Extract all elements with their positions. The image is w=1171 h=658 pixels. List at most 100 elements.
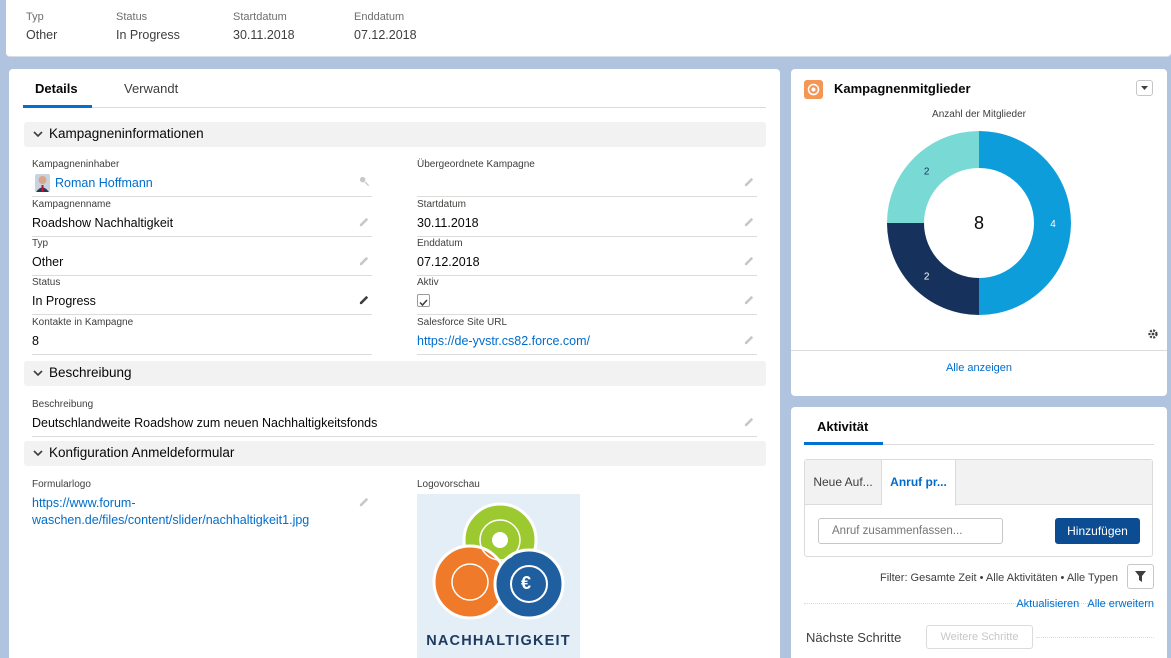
chevron-down-icon — [1141, 86, 1148, 90]
field-label: Übergeordnete Kampagne — [417, 159, 535, 170]
edit-pencil-icon[interactable] — [744, 216, 755, 227]
sustainability-logo: € — [432, 502, 565, 620]
tab-new-task[interactable]: Neue Auf... — [805, 460, 882, 505]
highlight-type: Typ Other — [26, 11, 57, 42]
tab-log-call[interactable]: Anruf pr... — [882, 460, 956, 506]
field-status: Status In Progress — [32, 277, 372, 315]
field-label: Startdatum — [417, 199, 466, 210]
field-value: 07.12.2018 — [417, 255, 480, 269]
section-title: Kampagneninformationen — [49, 126, 204, 141]
field-owner: Kampagneninhaber Roman Hoffmann — [32, 159, 372, 197]
highlights-panel: Typ Other Status In Progress Startdatum … — [6, 0, 1171, 57]
refresh-link[interactable]: Aktualisieren — [1016, 598, 1079, 610]
donut-slice-label: 4 — [1050, 219, 1056, 230]
next-steps-divider — [1036, 637, 1154, 638]
chevron-down-icon — [33, 450, 43, 457]
gear-icon[interactable] — [1147, 328, 1159, 340]
field-end-date: Enddatum 07.12.2018 — [417, 238, 757, 276]
chevron-down-icon — [33, 370, 43, 377]
activity-composer: Neue Auf... Anruf pr... Hinzufügen — [804, 459, 1153, 557]
active-checkbox[interactable] — [417, 294, 430, 307]
card-divider — [791, 350, 1167, 351]
tab-activity[interactable]: Aktivität — [817, 419, 868, 434]
highlight-value: 07.12.2018 — [354, 28, 417, 42]
highlight-status: Status In Progress — [116, 11, 180, 42]
field-label: Kampagnenname — [32, 199, 111, 210]
donut-total: 8 — [974, 213, 984, 233]
members-donut-chart: 8 4 2 2 — [887, 131, 1071, 315]
field-value: In Progress — [32, 294, 96, 308]
field-active: Aktiv — [417, 277, 757, 315]
change-owner-icon[interactable] — [359, 176, 370, 187]
field-label: Salesforce Site URL — [417, 317, 508, 328]
field-label: Aktiv — [417, 277, 439, 288]
highlight-end: Enddatum 07.12.2018 — [354, 11, 417, 42]
field-label: Kontakte in Kampagne — [32, 317, 134, 328]
field-value: 8 — [32, 334, 39, 348]
highlight-value: 30.11.2018 — [233, 28, 295, 42]
edit-pencil-icon[interactable] — [744, 294, 755, 305]
campaign-member-icon — [804, 80, 823, 99]
section-form-config[interactable]: Konfiguration Anmeldeformular — [24, 441, 766, 466]
site-url-link[interactable]: https://de-yvstr.cs82.force.com/ — [417, 334, 590, 348]
field-label: Logovorschau — [417, 479, 480, 490]
active-tab-indicator — [804, 442, 883, 445]
logo-wordmark: NACHHALTIGKEIT — [426, 633, 571, 649]
donut-slice-label: 2 — [924, 271, 930, 282]
record-tabs: Details Verwandt — [23, 69, 766, 108]
form-logo-link-line2[interactable]: waschen.de/files/content/slider/nachhalt… — [32, 513, 309, 527]
expand-all-link[interactable]: Alle erweitern — [1087, 598, 1154, 610]
tab-related[interactable]: Verwandt — [124, 81, 178, 96]
section-campaign-info[interactable]: Kampagneninformationen — [24, 122, 766, 147]
highlight-label: Startdatum — [233, 11, 287, 23]
field-value: Roadshow Nachhaltigkeit — [32, 216, 174, 230]
field-label: Formularlogo — [32, 479, 91, 490]
section-title: Beschreibung — [49, 365, 132, 380]
highlight-start: Startdatum 30.11.2018 — [233, 11, 295, 42]
field-label: Status — [32, 277, 61, 288]
edit-pencil-icon[interactable] — [359, 496, 370, 507]
edit-pencil-icon[interactable] — [744, 255, 755, 266]
filter-summary: Filter: Gesamte Zeit • Alle Aktivitäten … — [880, 572, 1118, 584]
edit-pencil-icon[interactable] — [744, 176, 755, 187]
edit-pencil-icon[interactable] — [359, 255, 370, 266]
field-campaign-name: Kampagnenname Roadshow Nachhaltigkeit — [32, 199, 372, 237]
field-description: Beschreibung Deutschlandweite Roadshow z… — [32, 399, 757, 437]
view-all-link[interactable]: Alle anzeigen — [791, 362, 1167, 374]
field-value: Other — [32, 255, 64, 269]
field-type: Typ Other — [32, 238, 372, 276]
chevron-down-icon — [33, 131, 43, 138]
timeline-actions: Aktualisieren Alle erweitern — [1011, 598, 1154, 610]
form-logo-link-line1[interactable]: https://www.forum- — [32, 496, 136, 510]
tab-details[interactable]: Details — [35, 81, 78, 96]
details-panel: Details Verwandt Kampagneninformationen … — [9, 69, 780, 658]
checkmark-icon — [419, 299, 428, 307]
field-contacts: Kontakte in Kampagne 8 — [32, 317, 372, 355]
edit-pencil-icon[interactable] — [744, 416, 755, 427]
add-button[interactable]: Hinzufügen — [1055, 518, 1140, 544]
field-form-logo: Formularlogo https://www.forum- waschen.… — [32, 479, 372, 539]
field-site-url: Salesforce Site URL https://de-yvstr.cs8… — [417, 317, 757, 355]
card-menu-button[interactable] — [1136, 80, 1153, 96]
next-steps-heading: Nächste Schritte — [806, 630, 902, 645]
card-title: Kampagnenmitglieder — [834, 81, 971, 96]
donut-slice-label: 2 — [924, 167, 930, 178]
edit-pencil-icon[interactable] — [744, 334, 755, 345]
filter-button[interactable] — [1127, 564, 1154, 589]
avatar — [35, 174, 50, 192]
more-steps-button[interactable]: Weitere Schritte — [926, 625, 1033, 649]
edit-pencil-icon[interactable] — [359, 294, 370, 305]
owner-link[interactable]: Roman Hoffmann — [55, 176, 153, 190]
section-description[interactable]: Beschreibung — [24, 361, 766, 386]
field-label: Kampagneninhaber — [32, 159, 120, 170]
edit-pencil-icon[interactable] — [359, 216, 370, 227]
call-summary-input[interactable] — [818, 518, 1003, 544]
highlight-label: Enddatum — [354, 11, 405, 23]
field-parent-campaign: Übergeordnete Kampagne — [417, 159, 757, 197]
activity-card: Aktivität Neue Auf... Anruf pr... Hinzuf… — [791, 407, 1167, 658]
svg-text:€: € — [521, 573, 531, 593]
highlight-label: Status — [116, 11, 148, 23]
field-label: Enddatum — [417, 238, 463, 249]
filter-icon — [1135, 571, 1146, 582]
field-label: Beschreibung — [32, 399, 94, 410]
